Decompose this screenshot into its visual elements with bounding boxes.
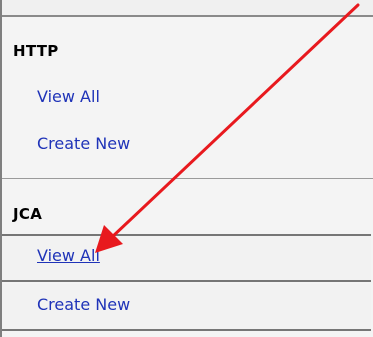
navigation-panel: HTTP View All Create New JCA View All Cr… [0, 0, 373, 337]
http-view-all-link[interactable]: View All [37, 87, 100, 106]
jca-view-all-link[interactable]: View All [37, 246, 100, 265]
jca-create-new-link[interactable]: Create New [37, 295, 130, 314]
jca-create-new-row[interactable]: Create New [2, 284, 371, 331]
section-heading-jca: JCA [13, 205, 43, 223]
section-heading-http: HTTP [13, 42, 59, 60]
http-create-new-link[interactable]: Create New [37, 134, 130, 153]
jca-view-all-row[interactable]: View All [2, 234, 371, 282]
previous-section-edge [2, 0, 373, 17]
section-divider [2, 178, 373, 179]
